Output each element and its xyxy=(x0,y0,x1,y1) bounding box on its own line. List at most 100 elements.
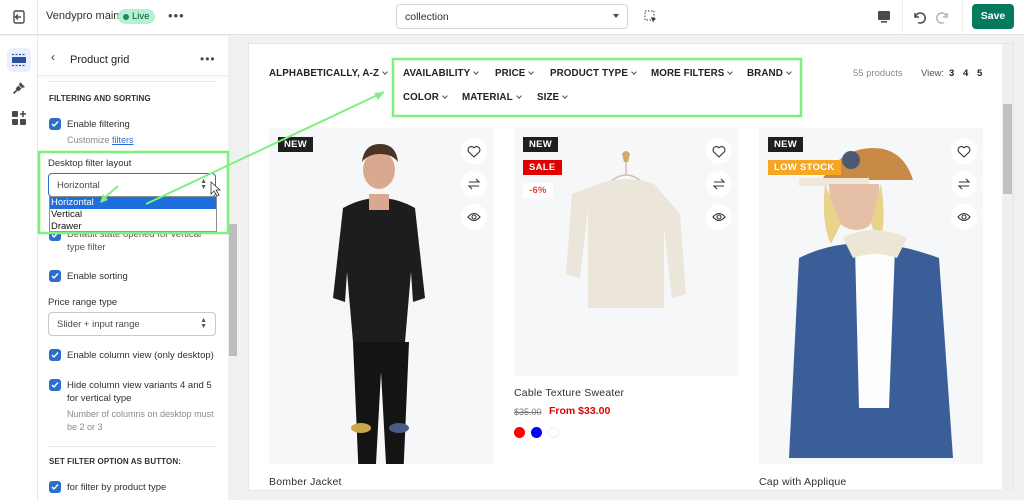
option-vertical[interactable]: Vertical xyxy=(50,209,216,221)
chevron-down-icon xyxy=(631,69,637,75)
editor-topbar: Vendypro main Live ••• collection Save xyxy=(0,0,1024,35)
inspector-select-icon[interactable] xyxy=(644,10,658,24)
product-title[interactable]: Cap with Applique xyxy=(759,476,846,488)
quick-view-button[interactable] xyxy=(706,204,732,230)
filter-by-type-label: for filter by product type xyxy=(67,482,167,493)
enable-column-view-checkbox[interactable] xyxy=(49,349,61,361)
rail-item-sections[interactable] xyxy=(7,48,31,72)
chevron-down-icon xyxy=(786,69,792,75)
compare-button[interactable] xyxy=(706,171,732,197)
enable-column-view-label: Enable column view (only desktop) xyxy=(67,350,214,361)
panel-scrollbar-thumb[interactable] xyxy=(229,224,237,356)
eye-icon xyxy=(957,212,971,222)
preview-scrollbar-thumb[interactable] xyxy=(1003,104,1012,194)
checkmark-icon xyxy=(51,273,59,280)
save-button[interactable]: Save xyxy=(972,4,1014,29)
quick-view-button[interactable] xyxy=(461,204,487,230)
price-range-type-label: Price range type xyxy=(48,297,118,308)
option-horizontal[interactable]: Horizontal xyxy=(50,197,216,209)
section-divider xyxy=(49,81,217,82)
price-range-type-select[interactable]: Slider + input range ▲ ▼ xyxy=(48,312,216,336)
product-image-cap[interactable]: NEW LOW STOCK xyxy=(759,128,983,464)
compare-arrows-icon xyxy=(467,178,481,190)
heart-icon xyxy=(467,145,481,158)
redo-icon[interactable] xyxy=(934,8,952,26)
section-title-filter-button: SET FILTER OPTION AS BUTTON: xyxy=(49,457,181,466)
hide-column-variants-help: Number of columns on desktop must be 2 o… xyxy=(67,409,214,432)
rail-item-apps[interactable] xyxy=(7,106,31,130)
desktop-filter-layout-options: Horizontal Vertical Drawer xyxy=(49,196,217,232)
heart-icon xyxy=(957,145,971,158)
section-divider xyxy=(48,446,216,447)
product-title[interactable]: Cable Texture Sweater xyxy=(514,387,624,399)
undo-icon[interactable] xyxy=(910,8,928,26)
wishlist-button[interactable] xyxy=(461,138,487,164)
quick-view-button[interactable] xyxy=(951,204,977,230)
view-option-5[interactable]: 5 xyxy=(977,68,982,79)
wishlist-button[interactable] xyxy=(951,138,977,164)
product-title[interactable]: Bomber Jacket xyxy=(269,476,342,488)
checkmark-icon xyxy=(51,382,59,389)
sort-label: ALPHABETICALLY, A-Z xyxy=(269,68,380,79)
badge-discount: -6% xyxy=(523,183,553,198)
filter-availability[interactable]: AVAILABILITY xyxy=(403,68,480,79)
sort-dropdown[interactable]: ALPHABETICALLY, A-Z xyxy=(269,68,388,79)
product-image-cable-sweater[interactable]: NEW SALE -6% xyxy=(514,128,738,376)
paintbrush-icon xyxy=(13,82,25,94)
compare-button[interactable] xyxy=(951,171,977,197)
wishlist-button[interactable] xyxy=(706,138,732,164)
panel-more-button[interactable]: ••• xyxy=(200,52,216,66)
filter-material[interactable]: MATERIAL xyxy=(462,92,522,103)
swatch-red[interactable] xyxy=(514,427,525,438)
back-button[interactable]: ‹ xyxy=(51,50,55,64)
product-image-bomber-jacket[interactable]: NEW xyxy=(269,128,493,464)
enable-sorting-label: Enable sorting xyxy=(67,271,128,282)
view-label: View: xyxy=(921,68,945,79)
swatch-blue[interactable] xyxy=(531,427,542,438)
desktop-filter-layout-select[interactable]: Horizontal ▲ ▼ xyxy=(48,173,216,197)
theme-more-button[interactable]: ••• xyxy=(168,8,185,23)
product-old-price: $35.00 xyxy=(514,407,542,417)
filter-by-type-checkbox[interactable] xyxy=(49,481,61,493)
filter-label: BRAND xyxy=(747,68,783,79)
topbar-divider xyxy=(962,0,963,35)
filter-brand[interactable]: BRAND xyxy=(747,68,792,79)
panel-scrollbar[interactable] xyxy=(228,36,238,500)
filter-size[interactable]: SIZE xyxy=(537,92,569,103)
template-select[interactable]: collection xyxy=(396,4,628,29)
rail-item-theme-settings[interactable] xyxy=(7,76,31,100)
updown-caret-icon: ▲ ▼ xyxy=(200,317,207,330)
caret-down-icon xyxy=(613,14,619,18)
compare-arrows-icon xyxy=(712,178,726,190)
enable-filtering-checkbox[interactable] xyxy=(49,118,61,130)
apps-icon xyxy=(12,111,26,125)
desktop-preview-icon[interactable] xyxy=(876,10,892,24)
swatch-white[interactable] xyxy=(548,427,559,438)
live-badge-label: Live xyxy=(132,11,150,22)
preview-scrollbar[interactable] xyxy=(1002,44,1013,491)
filter-label: AVAILABILITY xyxy=(403,68,471,79)
filter-label: PRICE xyxy=(495,68,526,79)
option-drawer[interactable]: Drawer xyxy=(50,221,216,233)
enable-sorting-checkbox[interactable] xyxy=(49,270,61,282)
compare-button[interactable] xyxy=(461,171,487,197)
filter-price[interactable]: PRICE xyxy=(495,68,535,79)
template-select-value: collection xyxy=(405,11,449,23)
topbar-divider xyxy=(902,0,903,35)
checkmark-icon xyxy=(51,352,59,359)
price-range-type-value: Slider + input range xyxy=(57,319,140,330)
hide-column-variants-checkbox[interactable] xyxy=(49,379,61,391)
filter-product-type[interactable]: PRODUCT TYPE xyxy=(550,68,637,79)
topbar-divider xyxy=(37,0,38,35)
filters-link[interactable]: filters xyxy=(112,135,134,145)
view-option-3[interactable]: 3 xyxy=(949,68,954,79)
desktop-filter-layout-label: Desktop filter layout xyxy=(48,158,132,169)
enable-filtering-label: Enable filtering xyxy=(67,119,130,130)
filter-more-filters[interactable]: MORE FILTERS xyxy=(651,68,734,79)
view-option-4[interactable]: 4 xyxy=(963,68,968,79)
exit-icon[interactable] xyxy=(10,8,28,26)
chevron-down-icon xyxy=(562,93,569,99)
panel-header: ‹ Product grid ••• xyxy=(38,36,228,76)
badge-new: NEW xyxy=(278,137,314,152)
filter-color[interactable]: COLOR xyxy=(403,92,448,103)
